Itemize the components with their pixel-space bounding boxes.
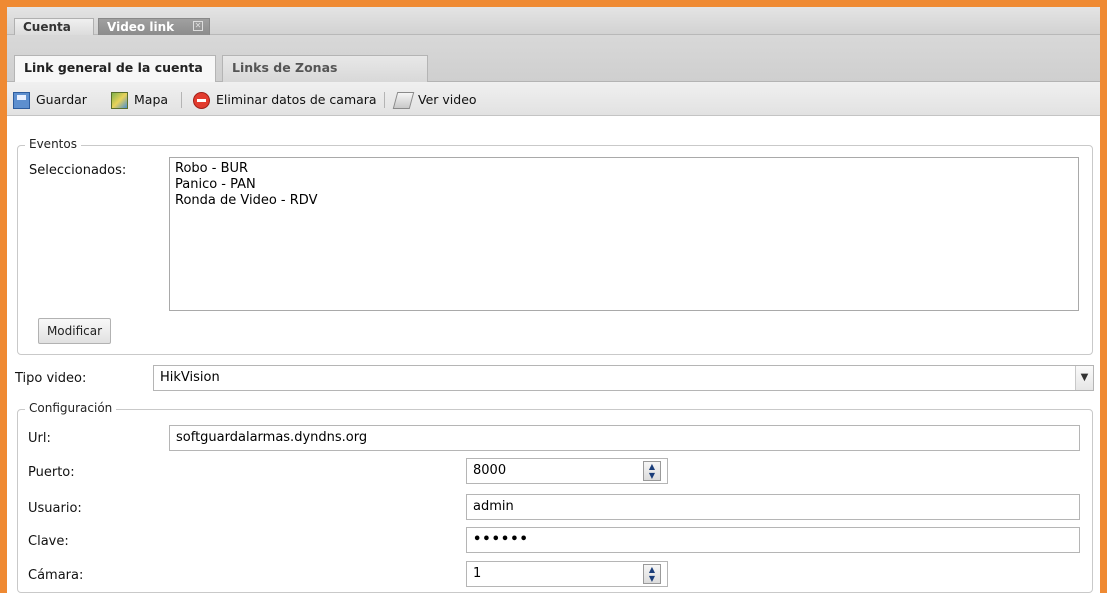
url-label: Url: xyxy=(28,431,51,446)
eliminar-datos-button[interactable]: Eliminar datos de camara xyxy=(193,90,377,110)
modificar-button[interactable]: Modificar xyxy=(38,318,111,344)
tab-cuenta[interactable]: Cuenta xyxy=(14,18,94,35)
toolbar: Guardar Mapa Eliminar datos de camara Ve… xyxy=(7,82,1100,116)
camara-value: 1 xyxy=(473,566,482,581)
camara-label: Cámara: xyxy=(28,568,84,583)
ver-video-button[interactable]: Ver video xyxy=(392,90,477,110)
usuario-field[interactable]: admin xyxy=(466,494,1080,520)
url-field[interactable]: softguardalarmas.dyndns.org xyxy=(169,425,1080,451)
tipo-video-label: Tipo video: xyxy=(15,371,87,386)
seleccionados-label: Seleccionados: xyxy=(29,163,127,178)
tab-links-zonas[interactable]: Links de Zonas específicas xyxy=(222,55,428,99)
chevron-down-icon[interactable]: ▼ xyxy=(1075,366,1093,390)
camera-icon xyxy=(392,91,415,109)
guardar-label: Guardar xyxy=(36,92,87,107)
eventos-fieldset: Eventos Seleccionados: Robo - BUR Panico… xyxy=(17,137,1093,355)
tab-link-general[interactable]: Link general de la cuenta xyxy=(14,55,216,82)
mapa-label: Mapa xyxy=(134,92,169,107)
guardar-button[interactable]: Guardar xyxy=(13,90,87,110)
eventos-seleccionados-list[interactable]: Robo - BUR Panico - PAN Ronda de Video -… xyxy=(169,157,1079,311)
list-item[interactable]: Ronda de Video - RDV xyxy=(175,193,1073,209)
configuracion-fieldset: Configuración Url: softguardalarmas.dynd… xyxy=(17,401,1093,593)
ver-video-label: Ver video xyxy=(418,92,477,107)
list-item[interactable]: Robo - BUR xyxy=(175,161,1073,177)
puerto-stepper[interactable]: 8000 ▲ ▼ xyxy=(466,458,668,484)
eventos-legend: Eventos xyxy=(25,137,81,151)
url-value: softguardalarmas.dyndns.org xyxy=(176,430,368,445)
clave-label: Clave: xyxy=(28,534,69,549)
clave-password-field[interactable]: •••••• xyxy=(466,527,1080,553)
spinner-icon[interactable]: ▲ ▼ xyxy=(643,564,661,584)
spinner-icon[interactable]: ▲ ▼ xyxy=(643,461,661,481)
tipo-video-value: HikVision xyxy=(160,370,220,385)
video-link-panel: Cuenta Video link ✕ Link general de la c… xyxy=(0,0,1107,593)
toolbar-separator xyxy=(384,92,385,108)
eliminar-label: Eliminar datos de camara xyxy=(216,92,377,107)
usuario-value: admin xyxy=(473,499,514,514)
puerto-label: Puerto: xyxy=(28,465,75,480)
tab-video-link-label: Video link xyxy=(107,20,175,34)
sub-tab-bar: Link general de la cuenta Links de Zonas… xyxy=(7,35,1100,99)
save-icon xyxy=(13,91,30,109)
usuario-label: Usuario: xyxy=(28,501,82,516)
list-item[interactable]: Panico - PAN xyxy=(175,177,1073,193)
main-tab-bar: Cuenta Video link ✕ xyxy=(7,7,1100,35)
tab-cuenta-label: Cuenta xyxy=(23,20,71,34)
mapa-button[interactable]: Mapa xyxy=(111,90,168,110)
tab-video-link[interactable]: Video link ✕ xyxy=(98,18,210,35)
tipo-video-select[interactable]: HikVision ▼ xyxy=(153,365,1094,391)
camara-stepper[interactable]: 1 ▲ ▼ xyxy=(466,561,668,587)
map-icon xyxy=(111,91,128,109)
toolbar-separator xyxy=(181,92,182,108)
configuracion-legend: Configuración xyxy=(25,401,117,415)
close-tab-icon[interactable]: ✕ xyxy=(193,21,203,31)
delete-icon xyxy=(193,91,210,109)
puerto-value: 8000 xyxy=(473,463,507,478)
tab-link-general-label: Link general de la cuenta xyxy=(24,60,203,75)
clave-value: •••••• xyxy=(473,532,529,547)
